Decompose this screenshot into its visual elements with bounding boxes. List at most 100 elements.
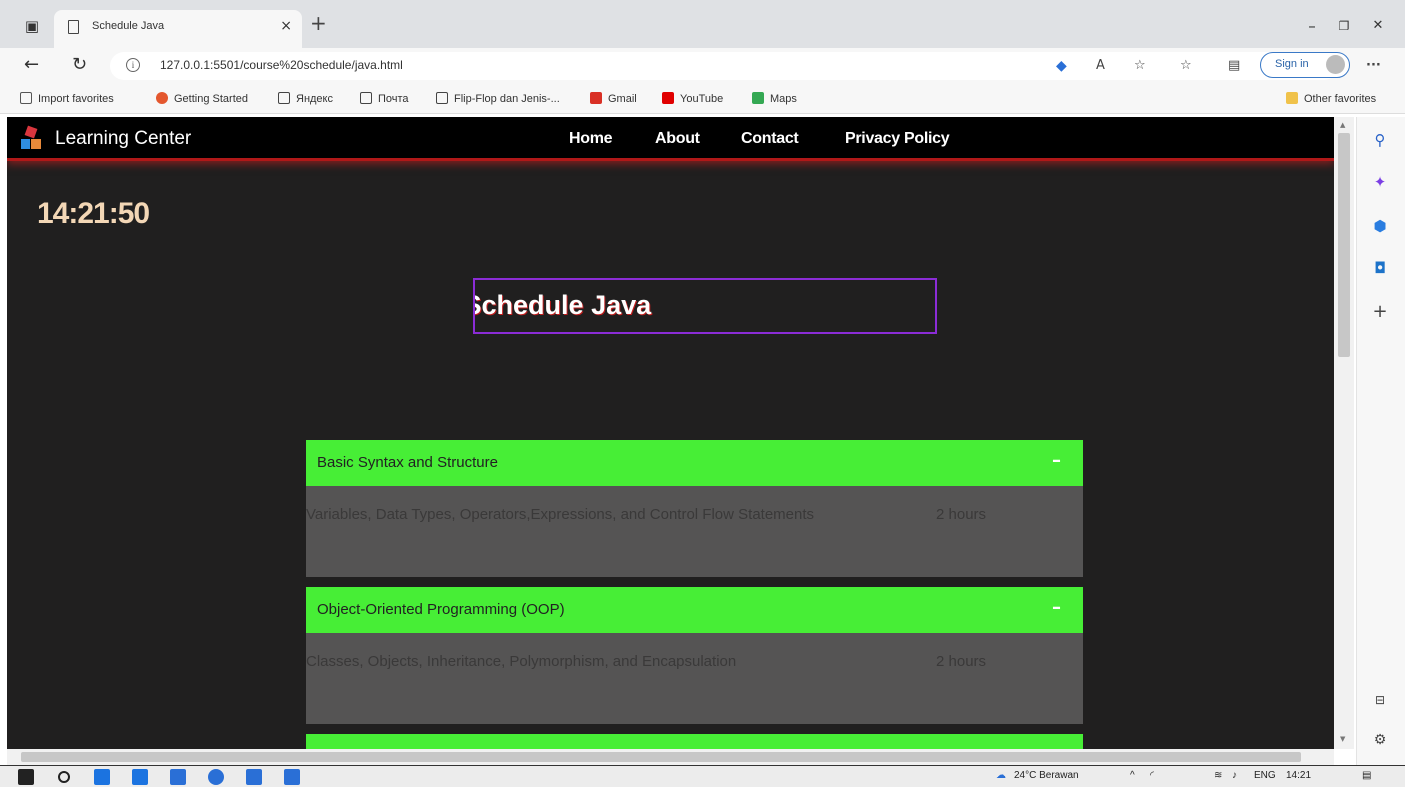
minimize-button[interactable]: – [1302,16,1322,36]
youtube-icon [662,92,674,104]
bookmark-gmail[interactable]: Gmail [590,92,637,105]
page-title: Course Schedule Java [473,290,652,320]
volume-icon[interactable]: ♪ [1232,770,1237,781]
notification-icon[interactable]: ▤ [1362,770,1371,781]
new-tab-button[interactable]: + [310,12,327,34]
copilot-icon[interactable]: ✦ [1371,173,1389,191]
maps-icon [752,92,764,104]
collapse-icon[interactable]: – [1052,597,1061,618]
search-icon[interactable]: ⚲ [1371,131,1389,149]
gear-icon[interactable]: ⚙ [1371,731,1389,749]
refresh-button[interactable]: ↻ [72,54,87,76]
accordion-header-oop[interactable]: Object-Oriented Programming (OOP) – [306,587,1083,633]
page-icon [278,92,290,104]
taskbar: ☁ 24°C Berawan ^ ◜ ≋ ♪ ENG 14:21 ▤ [0,765,1405,787]
network-icon[interactable]: ◜ [1150,770,1154,781]
accordion-title: Basic Syntax and Structure [317,454,498,471]
nav-contact[interactable]: Contact [741,130,799,148]
nav-about[interactable]: About [655,130,700,148]
page-title-box: Course Schedule Java [473,278,937,334]
page-icon [68,20,79,34]
bookmarks-bar: Import favorites Getting Started Яндекс … [0,84,1405,114]
weather-icon[interactable]: ☁ [996,770,1006,781]
accordion-description: Classes, Objects, Inheritance, Polymorph… [306,653,737,670]
accordion-header-next[interactable] [306,734,1083,749]
tab-close-icon[interactable]: × [280,18,292,34]
url-field[interactable]: i 127.0.0.1:5501/course%20schedule/java.… [110,52,1338,80]
accordion-duration: 2 hours [936,506,987,523]
accordion-body: Classes, Objects, Inheritance, Polymorph… [306,633,1083,724]
app-icon[interactable] [246,769,262,785]
clock: 14:21:50 [37,197,150,230]
read-aloud-icon[interactable]: A [1096,58,1105,74]
chrome-icon[interactable] [208,769,224,785]
favorite-icon[interactable]: ☆ [1134,58,1146,74]
accordion-header-basic-syntax[interactable]: Basic Syntax and Structure – [306,440,1083,486]
bookmark-import-favorites[interactable]: Import favorites [20,92,114,105]
edge-icon[interactable] [94,769,110,785]
url-text[interactable]: 127.0.0.1:5501/course%20schedule/java.ht… [160,58,403,72]
import-icon [20,92,32,104]
sign-in-label: Sign in [1275,58,1309,70]
brand-name[interactable]: Learning Center [55,128,191,150]
bookmark-youtube[interactable]: YouTube [662,92,723,105]
wifi-icon[interactable]: ≋ [1214,770,1222,781]
close-window-button[interactable]: ✕ [1368,16,1388,36]
explorer-icon[interactable] [170,769,186,785]
favorites-bar-icon[interactable]: ☆ [1180,58,1192,74]
tag-icon[interactable]: ◆ [1056,58,1067,74]
taskbar-clock[interactable]: 14:21 [1286,770,1311,781]
accordion-title: Object-Oriented Programming (OOP) [317,601,565,618]
page-icon [436,92,448,104]
vscode-icon[interactable] [284,769,300,785]
vertical-scrollbar[interactable]: ▲ ▼ [1334,117,1354,749]
bookmark-getting-started[interactable]: Getting Started [156,92,248,105]
folder-icon [1286,92,1298,104]
collections-icon[interactable]: ▤ [1228,58,1240,74]
store-icon[interactable] [132,769,148,785]
avatar-icon [1326,55,1345,74]
outlook-icon[interactable]: ◘ [1371,259,1389,277]
tab-title: Schedule Java [92,20,165,32]
scroll-up-icon[interactable]: ▲ [1340,121,1345,129]
browser-tab[interactable]: Schedule Java × [54,10,302,48]
language-indicator[interactable]: ENG [1254,770,1276,781]
edge-icon [156,92,168,104]
accordion-body: Variables, Data Types, Operators,Express… [306,486,1083,577]
logo-icon[interactable] [21,125,43,151]
scrollbar-thumb[interactable] [21,752,1301,762]
windows-start-icon[interactable] [18,769,34,785]
restore-button[interactable]: ❐ [1334,16,1354,36]
nav-privacy-policy[interactable]: Privacy Policy [845,130,950,148]
accordion-duration: 2 hours [936,653,987,670]
nav-home[interactable]: Home [569,130,613,148]
tray-chevron-icon[interactable]: ^ [1130,770,1135,781]
scroll-down-icon[interactable]: ▼ [1340,735,1345,743]
add-icon[interactable]: + [1371,303,1389,321]
bookmark-yandex[interactable]: Яндекс [278,92,333,105]
weather-text[interactable]: 24°C Berawan [1014,770,1079,781]
search-icon[interactable] [58,771,70,783]
more-icon[interactable]: ··· [1366,58,1381,74]
page-viewport: Learning Center Home About Contact Priva… [7,117,1334,749]
info-icon[interactable]: i [126,58,140,72]
tab-actions-icon[interactable]: ▣ [22,16,42,36]
office-icon[interactable]: ⬢ [1371,217,1389,235]
other-favorites[interactable]: Other favorites [1286,92,1376,105]
bookmark-pochta[interactable]: Почта [360,92,409,105]
collapse-icon[interactable]: – [1052,450,1061,471]
sign-in-button[interactable]: Sign in [1260,52,1350,78]
edge-sidebar: ⚲ ✦ ⬢ ◘ + ⊟ ⚙ [1356,117,1405,765]
gmail-icon [590,92,602,104]
bookmark-flip-flop[interactable]: Flip-Flop dan Jenis-... [436,92,560,105]
tab-bar: ▣ Schedule Java × + – ❐ ✕ [0,0,1405,48]
horizontal-scrollbar[interactable] [7,749,1334,765]
bookmark-maps[interactable]: Maps [752,92,797,105]
accordion-description: Variables, Data Types, Operators,Express… [306,506,815,523]
site-navbar: Learning Center Home About Contact Priva… [7,117,1334,161]
back-button[interactable]: ← [24,54,39,76]
scrollbar-thumb[interactable] [1338,133,1350,357]
page-icon [360,92,372,104]
address-bar: ← ↻ i 127.0.0.1:5501/course%20schedule/j… [0,48,1405,84]
split-screen-icon[interactable]: ⊟ [1371,691,1389,709]
